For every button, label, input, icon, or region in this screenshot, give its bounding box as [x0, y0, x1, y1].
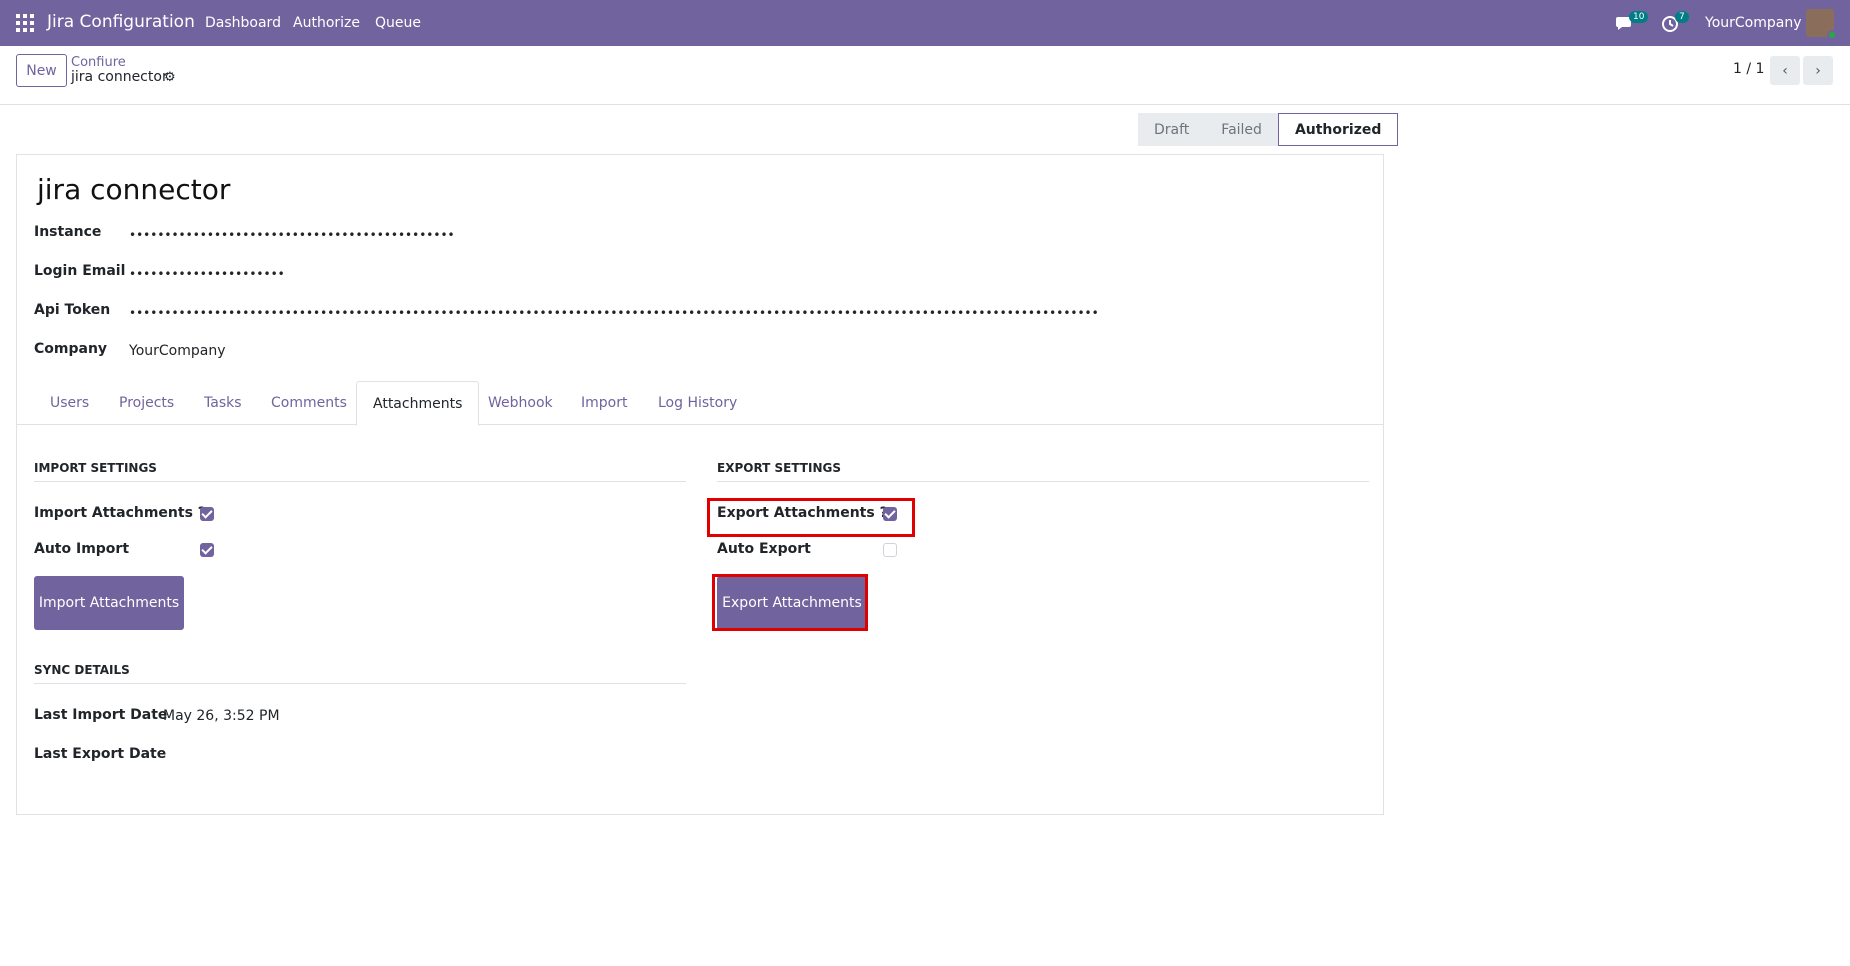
form-sheet: jira connector Instance ••••••••••••••••…: [16, 154, 1384, 815]
company-field[interactable]: YourCompany: [129, 343, 226, 359]
import-attachments-checkbox[interactable]: [200, 507, 214, 521]
breadcrumb-parent[interactable]: Confiure: [71, 55, 126, 70]
export-button-highlight: [712, 574, 868, 631]
instance-field[interactable]: ••••••••••••••••••••••••••••••••••••••••…: [129, 228, 455, 242]
pager-value[interactable]: 1 / 1: [1733, 61, 1764, 77]
tab-comments[interactable]: Comments: [255, 381, 363, 425]
nav-authorize[interactable]: Authorize: [293, 15, 360, 31]
import-settings-title: IMPORT SETTINGS: [34, 461, 686, 482]
activities-badge: 7: [1675, 11, 1689, 23]
company-switcher[interactable]: YourCompany: [1705, 15, 1802, 31]
top-navbar: Jira Configuration Dashboard Authorize Q…: [0, 0, 1850, 46]
status-bar: Draft Failed Authorized: [1138, 113, 1399, 146]
breadcrumb-current: jira connector: [71, 69, 168, 85]
api-token-label: Api Token: [34, 302, 111, 318]
nav-queue[interactable]: Queue: [375, 15, 421, 31]
apps-menu-icon[interactable]: [16, 14, 34, 32]
tab-projects[interactable]: Projects: [103, 381, 190, 425]
login-email-field[interactable]: ••••••••••••••••••••••: [129, 267, 285, 281]
messages-button[interactable]: 10: [1615, 11, 1649, 33]
app-name[interactable]: Jira Configuration: [47, 12, 195, 32]
tab-import[interactable]: Import: [565, 381, 643, 425]
tab-attachments[interactable]: Attachments: [356, 381, 480, 426]
stage-failed[interactable]: Failed: [1205, 113, 1278, 146]
sync-details-title: SYNC DETAILS: [34, 663, 686, 684]
last-import-date-label: Last Import Date: [34, 707, 168, 723]
auto-export-checkbox[interactable]: [883, 543, 897, 557]
activities-button[interactable]: 7: [1661, 11, 1691, 33]
auto-import-checkbox[interactable]: [200, 543, 214, 557]
chevron-right-icon: ›: [1815, 62, 1821, 79]
nav-dashboard[interactable]: Dashboard: [205, 15, 281, 31]
company-label: Company: [34, 341, 108, 357]
user-avatar[interactable]: [1806, 9, 1837, 40]
record-title[interactable]: jira connector: [37, 173, 230, 206]
last-export-date-label: Last Export Date: [34, 746, 167, 762]
login-email-label: Login Email: [34, 263, 126, 279]
new-button[interactable]: New: [16, 54, 67, 87]
import-attachments-label: Import Attachments ?: [34, 505, 206, 521]
tab-users[interactable]: Users: [34, 381, 105, 425]
auto-import-label: Auto Import: [34, 541, 130, 557]
import-attachments-button[interactable]: Import Attachments: [34, 576, 184, 630]
notebook-tabs: Users Projects Tasks Comments Attachment…: [17, 381, 1383, 426]
online-status-icon: [1827, 30, 1837, 40]
tab-log-history[interactable]: Log History: [642, 381, 753, 425]
pager-previous-button[interactable]: ‹: [1770, 56, 1800, 85]
api-token-field[interactable]: ••••••••••••••••••••••••••••••••••••••••…: [129, 306, 1099, 320]
auto-export-label: Auto Export: [717, 541, 811, 557]
export-attachments-highlight: [707, 498, 915, 537]
messages-badge: 10: [1629, 11, 1649, 23]
tab-webhook[interactable]: Webhook: [472, 381, 569, 425]
instance-label: Instance: [34, 224, 102, 240]
last-import-date-value[interactable]: May 26, 3:52 PM: [163, 708, 280, 724]
chevron-left-icon: ‹: [1782, 62, 1788, 79]
export-settings-title: EXPORT SETTINGS: [717, 461, 1369, 482]
control-panel: New Confiure jira connector ⚙ 1 / 1 ‹ ›: [0, 46, 1850, 105]
stage-authorized[interactable]: Authorized: [1277, 113, 1399, 146]
gear-icon[interactable]: ⚙: [164, 70, 176, 85]
pager-next-button[interactable]: ›: [1803, 56, 1833, 85]
tab-tasks[interactable]: Tasks: [188, 381, 258, 425]
stage-draft[interactable]: Draft: [1138, 113, 1206, 146]
